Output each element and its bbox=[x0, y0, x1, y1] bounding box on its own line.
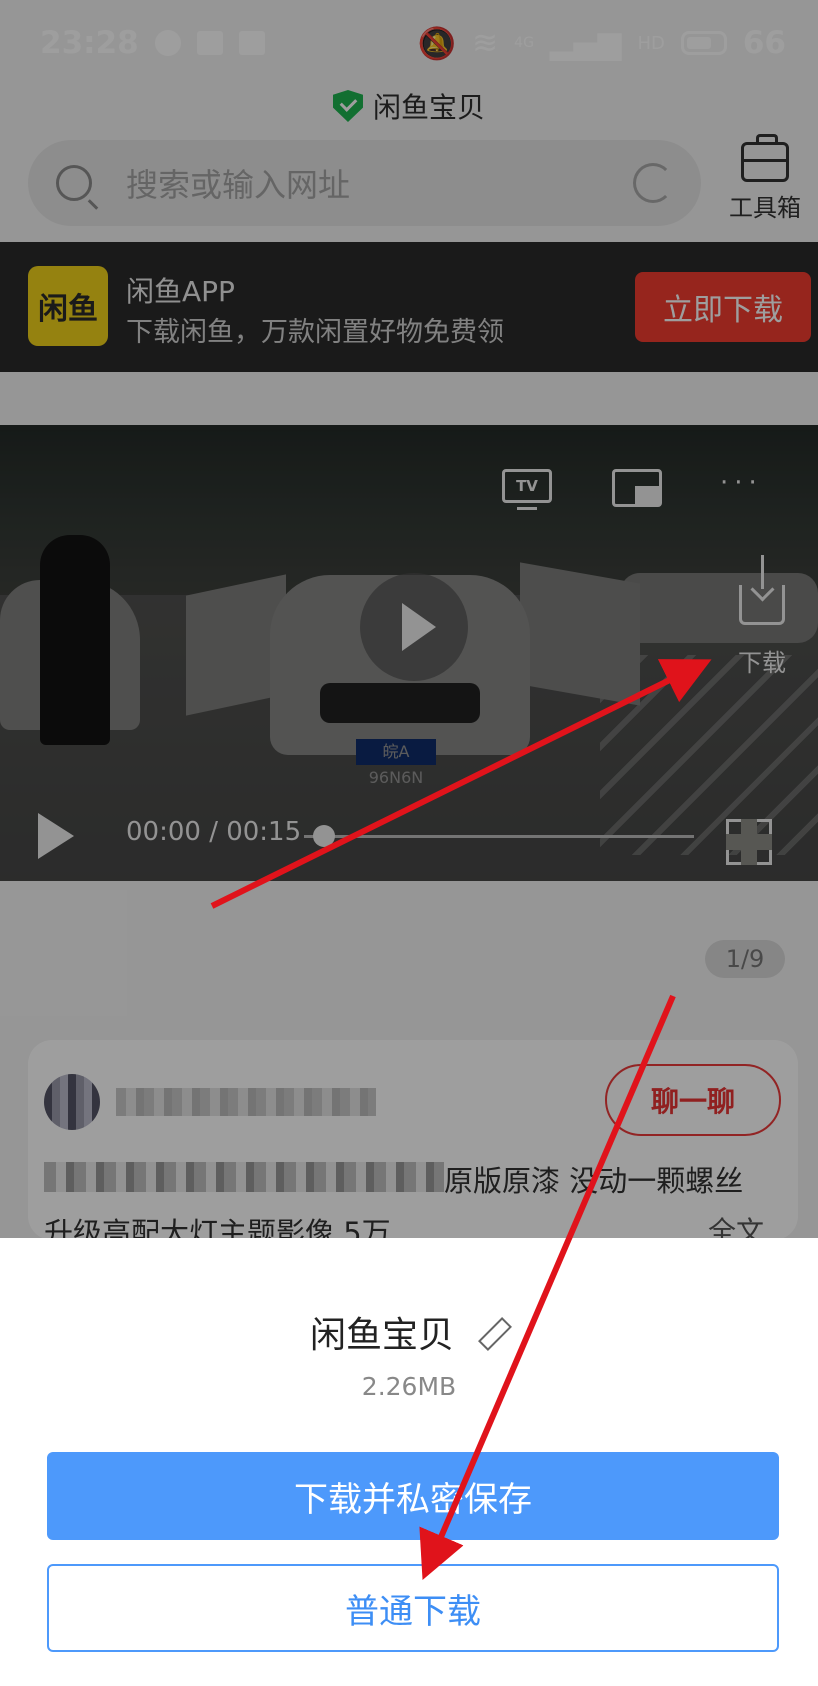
file-name: 闲鱼宝贝 bbox=[309, 1315, 454, 1356]
download-private-save-button[interactable]: 下载并私密保存 bbox=[47, 1452, 779, 1540]
file-size: 2.26MB bbox=[361, 1372, 457, 1401]
edit-pencil-icon[interactable] bbox=[474, 1315, 508, 1349]
file-name-row: 闲鱼宝贝 bbox=[0, 1306, 818, 1358]
normal-download-button[interactable]: 普通下载 bbox=[47, 1564, 779, 1652]
app-screen: 23:28 🔕 ≋ 4G ▂▄▆ HD 66 闲鱼宝贝 搜索或输入网址 工具箱 bbox=[0, 0, 818, 1686]
modal-backdrop[interactable] bbox=[0, 0, 818, 1238]
